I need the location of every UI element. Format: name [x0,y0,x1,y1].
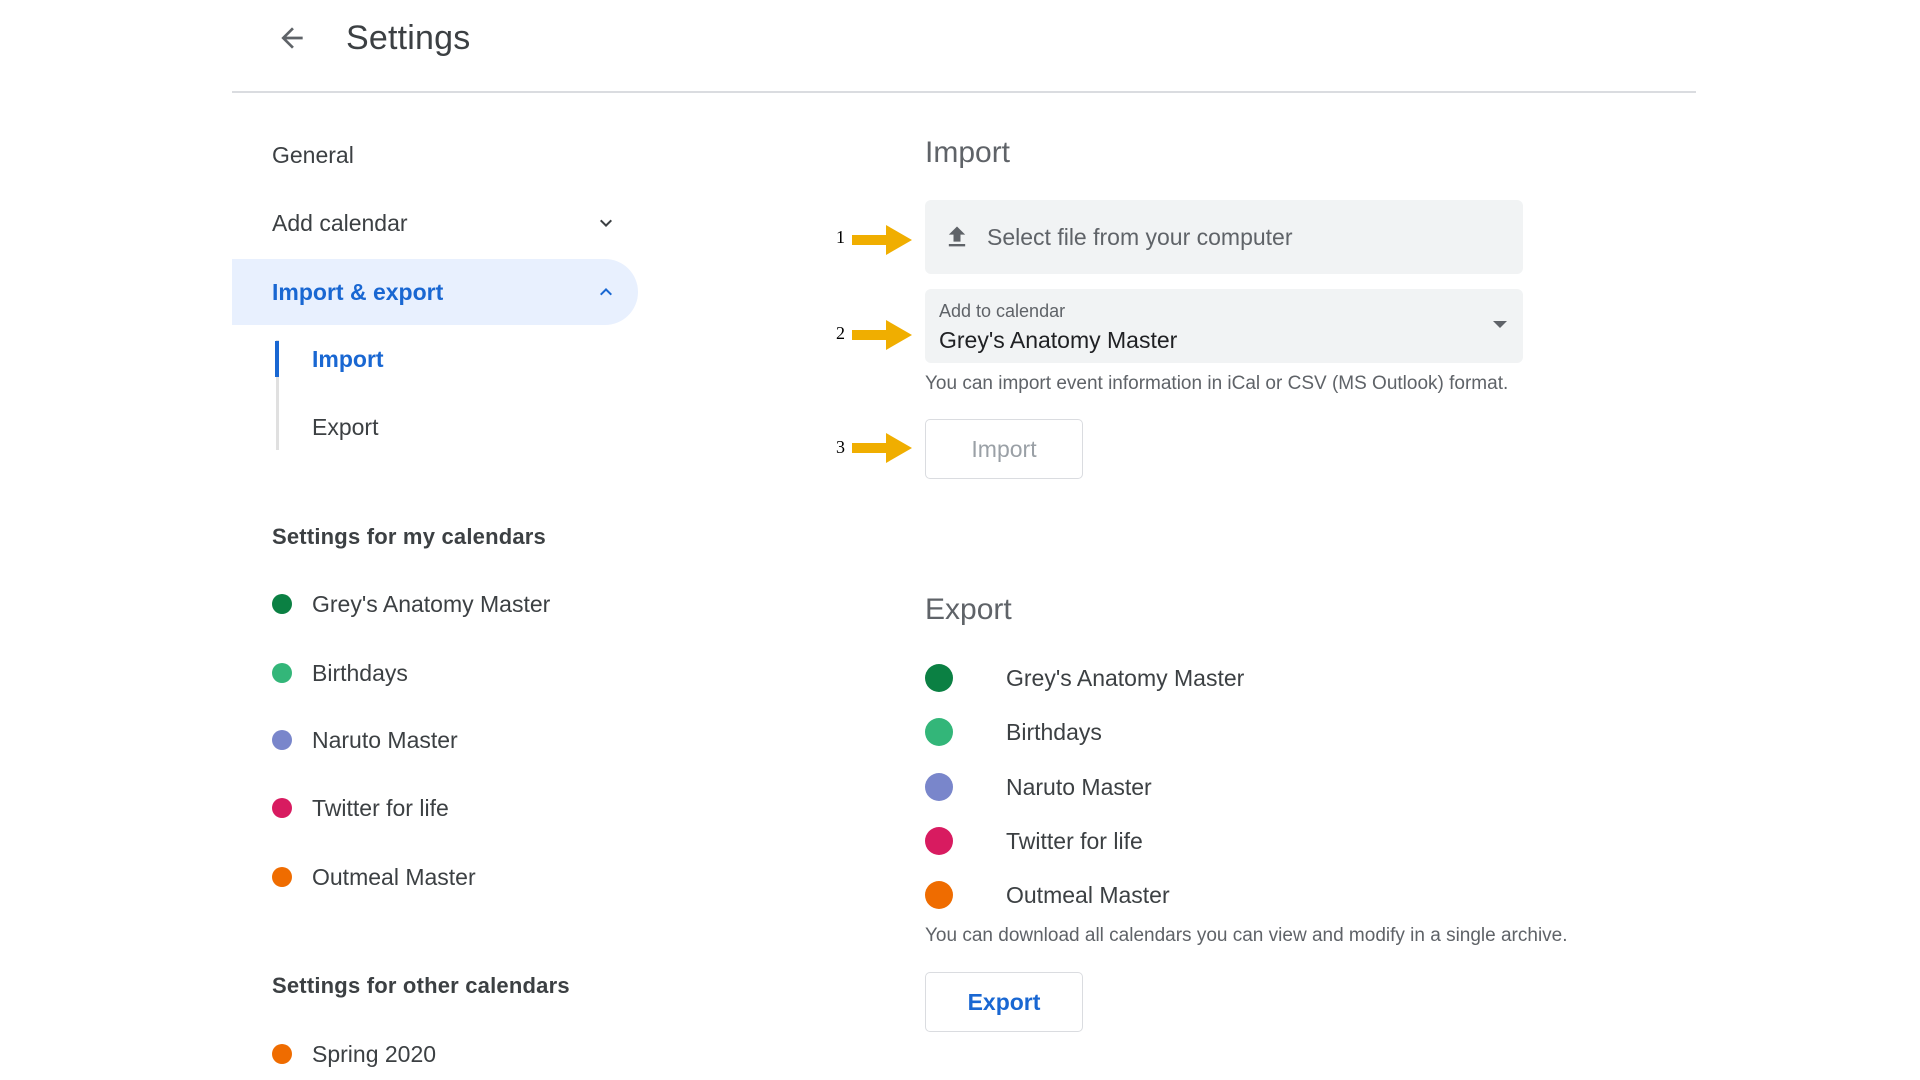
calendar-name: Spring 2020 [312,1040,437,1067]
calendar-name: Twitter for life [1006,827,1143,854]
calendar-color-dot [272,798,292,818]
import-button[interactable]: Import [925,419,1083,479]
annotation-number: 1 [836,227,845,247]
export-calendar-item: Naruto Master [925,770,1152,804]
calendar-name: Twitter for life [312,794,449,821]
sidebar-calendar-item[interactable]: Grey's Anatomy Master [272,587,550,621]
export-help-text: You can download all calendars you can v… [925,925,1568,946]
sidebar-calendar-item[interactable]: Outmeal Master [272,860,476,894]
annotation-arrow-icon [852,225,912,255]
chevron-down-icon [600,219,612,227]
sidebar-calendar-item[interactable]: Twitter for life [272,791,449,825]
add-to-calendar-value: Grey's Anatomy Master [939,327,1178,353]
calendar-name: Grey's Anatomy Master [312,590,551,617]
calendar-name: Birthdays [312,659,408,686]
add-to-calendar-label: Add to calendar [939,301,1066,321]
import-help-text: You can import event information in iCal… [925,373,1509,394]
sidebar-calendar-item[interactable]: Spring 2020 [272,1037,436,1071]
import-title: Import [925,136,1011,169]
sidebar-subitem-export[interactable]: Export [312,407,378,447]
calendar-color-dot [925,827,953,855]
sidebar-calendar-item[interactable]: Naruto Master [272,723,458,757]
sidebar-item-label: General [272,141,354,168]
calendar-name: Grey's Anatomy Master [1006,664,1245,691]
calendar-color-dot [925,881,953,909]
sidebar-calendar-item[interactable]: Birthdays [272,656,408,690]
other-calendars-heading: Settings for other calendars [272,973,570,998]
chevron-up-icon [600,288,612,296]
select-file-label: Select file from your computer [987,223,1293,250]
page-title: Settings [346,19,471,57]
calendar-color-dot [272,1044,292,1064]
add-to-calendar-dropdown[interactable]: Add to calendar Grey's Anatomy Master [925,289,1523,363]
calendar-name: Outmeal Master [312,863,476,890]
annotation-number: 2 [836,323,845,343]
export-calendar-item: Grey's Anatomy Master [925,661,1244,695]
sidebar-item-general[interactable]: General [232,122,638,188]
arrow-left-icon [281,27,303,49]
export-calendar-item: Outmeal Master [925,878,1170,912]
sidebar-item-label: Add calendar [272,209,408,236]
export-calendar-item: Birthdays [925,715,1102,749]
back-button[interactable] [270,16,314,60]
export-calendar-item: Twitter for life [925,824,1143,858]
calendar-color-dot [272,663,292,683]
sub-nav-active-indicator [275,341,279,377]
annotation-arrow-icon [852,320,912,350]
export-button[interactable]: Export [925,972,1083,1032]
calendar-color-dot [925,718,953,746]
sidebar-item-add-calendar[interactable]: Add calendar [232,190,638,256]
export-title: Export [925,593,1012,626]
calendar-color-dot [925,664,953,692]
dropdown-arrow-icon [1493,321,1507,328]
select-file-button[interactable]: Select file from your computer [925,200,1523,274]
annotation-arrow-icon [852,433,912,463]
calendar-color-dot [272,867,292,887]
annotation-number: 3 [836,437,845,457]
header-divider [232,91,1696,93]
calendar-name: Outmeal Master [1006,881,1170,908]
calendar-name: Naruto Master [1006,773,1152,800]
sidebar-item-import-export[interactable]: Import & export [232,259,638,325]
calendar-name: Birthdays [1006,718,1102,745]
calendar-color-dot [272,730,292,750]
sidebar-item-label: Import & export [272,278,444,305]
calendar-color-dot [925,773,953,801]
calendar-color-dot [272,594,292,614]
sidebar-subitem-import[interactable]: Import [312,339,384,379]
upload-icon [948,226,966,247]
my-calendars-heading: Settings for my calendars [272,524,546,549]
calendar-name: Naruto Master [312,726,458,753]
